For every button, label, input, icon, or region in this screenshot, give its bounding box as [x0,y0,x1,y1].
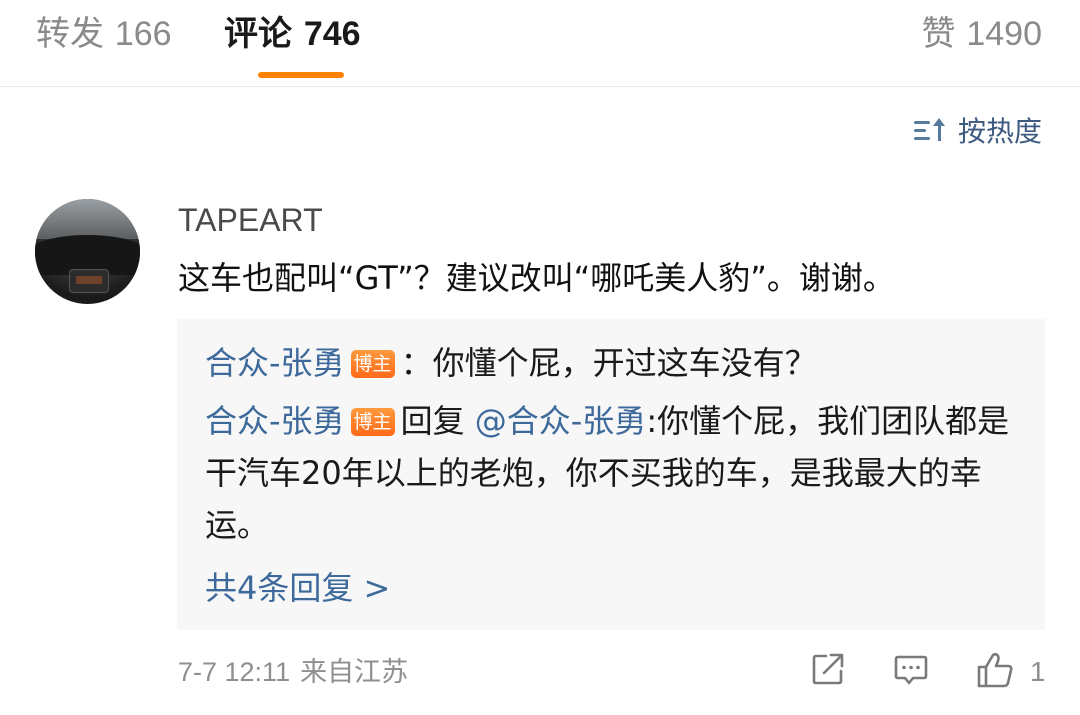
active-tab-indicator [258,72,344,78]
avatar[interactable] [35,199,140,304]
comment-username[interactable]: TAPEART [178,200,323,240]
tab-reposts-count: 166 [114,15,172,53]
reply-button[interactable] [893,651,929,687]
tab-comments-count: 746 [303,15,361,53]
tab-reposts-label: 转发 [36,14,104,54]
comment-meta: 7-7 12:11 来自江苏 [178,654,408,691]
reply-word: 回复 [400,402,465,440]
like-count: 1 [1030,656,1046,687]
like-button[interactable] [975,651,1015,689]
reply-author[interactable]: 合众-张勇 [205,344,345,382]
tab-comments-label: 评论 [224,14,292,54]
tab-likes-count: 1490 [966,15,1042,53]
sort-hot-icon [913,117,948,143]
share-icon [812,653,844,685]
blogger-badge: 博主 [350,408,395,436]
tab-likes-label: 赞 [921,14,956,54]
share-button[interactable] [810,651,846,687]
reply-text: 你懂个屁，开过这车没有？ [432,344,817,382]
sort-button[interactable]: 按热度 [913,112,1042,148]
tab-reposts[interactable]: 转发 166 [36,14,172,54]
reply-mention[interactable]: @合众-张勇 [475,402,647,440]
comment-icon [894,655,928,685]
replies-box[interactable]: 合众-张勇 博主 ：你懂个屁，开过这车没有？ 合众-张勇 博主 回复 @合众-张勇:你懂… [177,319,1045,630]
thumbs-up-icon [977,652,1013,688]
blogger-badge: 博主 [350,350,395,378]
comment-text: 这车也配叫“GT”？建议改叫“哪吒美人豹”。谢谢。 [178,259,895,297]
tab-comments[interactable]: 评论 746 [224,14,361,54]
reply-author[interactable]: 合众-张勇 [205,402,345,440]
reply-item[interactable]: 合众-张勇 博主 回复 @合众-张勇:你懂个屁，我们团队都是干汽车20年以上的老炮，… [205,395,1015,551]
more-replies-link[interactable]: 共4条回复 > [205,562,390,614]
tab-likes[interactable]: 赞 1490 [922,14,1042,54]
comment-time: 7-7 12:11 [178,657,291,687]
tab-bar: 转发 166 评论 746 赞 1490 [0,0,1080,87]
comment-location: 来自江苏 [300,657,409,688]
reply-item[interactable]: 合众-张勇 博主 ：你懂个屁，开过这车没有？ [205,337,1015,389]
sort-label: 按热度 [957,115,1042,148]
reply-separator: ： [400,344,433,382]
